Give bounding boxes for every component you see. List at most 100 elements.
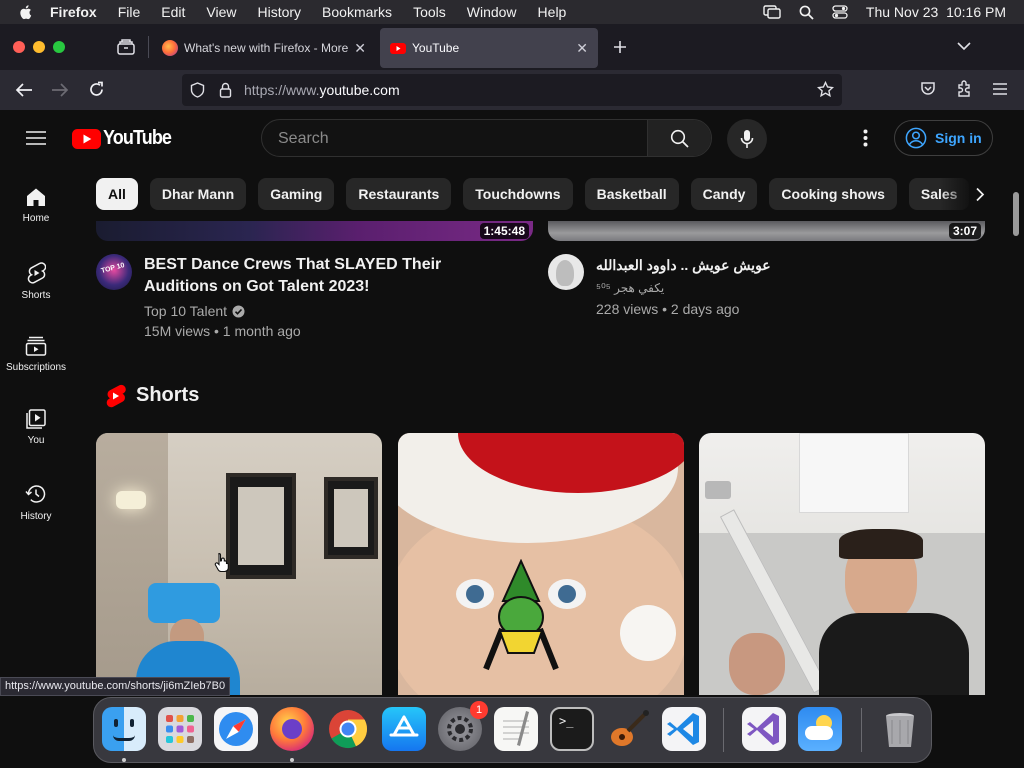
screen-mirroring-icon[interactable] <box>763 5 781 19</box>
control-center-icon[interactable] <box>832 5 848 19</box>
menu-window[interactable]: Window <box>467 4 517 20</box>
dock-trash-icon[interactable] <box>878 707 922 751</box>
list-all-tabs-icon[interactable] <box>957 42 971 51</box>
dock-chrome-icon[interactable] <box>326 707 370 751</box>
dock-visual-studio-icon[interactable] <box>742 707 786 751</box>
video-thumbnail[interactable]: 3:07 <box>548 221 985 241</box>
new-tab-icon[interactable] <box>613 40 627 54</box>
search-input[interactable]: Search <box>278 130 329 148</box>
chip-cooking-shows[interactable]: Cooking shows <box>769 178 897 210</box>
guitar-icon <box>611 710 649 746</box>
page-scrollbar-thumb[interactable] <box>1013 192 1019 236</box>
pocket-icon[interactable] <box>920 81 936 97</box>
url-domain: youtube.com <box>319 82 400 98</box>
dock-launchpad-icon[interactable] <box>158 707 202 751</box>
apple-icon[interactable] <box>18 4 32 20</box>
window-zoom-button[interactable] <box>53 41 65 53</box>
extensions-puzzle-icon[interactable] <box>956 80 973 98</box>
video-thumbnail[interactable]: 1:45:48 <box>96 221 533 241</box>
sign-in-button[interactable]: Sign in <box>894 120 993 156</box>
menu-view[interactable]: View <box>206 4 236 20</box>
youtube-favicon-icon <box>390 43 406 54</box>
tab-youtube[interactable]: YouTube ✕ <box>380 28 598 68</box>
sidebar-item-home[interactable]: Home <box>0 187 72 224</box>
dock-weather-icon[interactable] <box>798 707 842 751</box>
forward-icon[interactable] <box>51 82 69 98</box>
channel-avatar[interactable] <box>548 254 584 290</box>
video-stats: 228 views • 2 days ago <box>596 301 740 317</box>
chip-touchdowns[interactable]: Touchdowns <box>463 178 573 210</box>
spotlight-search-icon[interactable] <box>799 5 814 20</box>
dock-safari-icon[interactable] <box>214 707 258 751</box>
sign-in-label: Sign in <box>935 130 982 146</box>
chip-all[interactable]: All <box>96 178 138 210</box>
dock-running-indicator <box>122 758 126 762</box>
man-shirt <box>819 613 969 695</box>
dock-app-store-icon[interactable] <box>382 707 426 751</box>
short-thumbnail[interactable] <box>699 433 985 695</box>
dock-system-settings-icon[interactable]: 1 <box>438 701 488 751</box>
sidebar-label: You <box>27 435 45 446</box>
menu-tools[interactable]: Tools <box>413 4 446 20</box>
dock-firefox-icon[interactable] <box>270 707 314 751</box>
app-menu-hamburger-icon[interactable] <box>993 83 1007 95</box>
video-title[interactable]: عويش عويش .. داوود العبدالله <box>596 254 956 276</box>
search-button[interactable] <box>647 120 711 156</box>
window-minimize-button[interactable] <box>33 41 45 53</box>
video-title[interactable]: BEST Dance Crews That SLAYED Their Audit… <box>144 254 504 298</box>
window-close-button[interactable] <box>13 41 25 53</box>
channel-name[interactable]: Top 10 Talent <box>144 301 227 321</box>
url-bar[interactable]: https://www.youtube.com <box>182 74 842 106</box>
chip-basketball[interactable]: Basketball <box>584 178 679 210</box>
home-icon <box>27 188 45 206</box>
you-library-icon <box>26 409 46 429</box>
textedit-page-icon <box>503 711 529 746</box>
macos-menubar: Firefox File Edit View History Bookmarks… <box>0 0 1024 24</box>
upper-cabinet <box>799 433 909 513</box>
youtube-header: YouTube Search Sign in <box>0 110 1024 168</box>
short-thumbnail[interactable] <box>96 433 382 695</box>
close-tab-icon[interactable]: ✕ <box>576 40 588 57</box>
settings-more-icon[interactable] <box>863 129 868 147</box>
lock-icon[interactable] <box>219 82 232 98</box>
dock-vscode-icon[interactable] <box>662 707 706 751</box>
tab-divider <box>148 36 149 58</box>
voice-search-button[interactable] <box>727 119 767 159</box>
channel-name[interactable]: يكفي هجر ⁵⁰⁵ <box>596 278 664 298</box>
youtube-logo-icon <box>72 128 101 149</box>
close-tab-icon[interactable]: ✕ <box>354 40 366 57</box>
menu-file[interactable]: File <box>118 4 141 20</box>
dock-terminal-icon[interactable]: >_ <box>550 707 594 751</box>
guide-menu-icon[interactable] <box>26 130 46 146</box>
sidebar-item-you[interactable]: You <box>0 409 72 446</box>
menu-history[interactable]: History <box>257 4 301 20</box>
chip-gaming[interactable]: Gaming <box>258 178 335 210</box>
firefox-view-icon[interactable] <box>117 39 135 55</box>
menu-edit[interactable]: Edit <box>161 4 185 20</box>
sidebar-item-shorts[interactable]: Shorts <box>0 262 72 301</box>
sidebar-item-history[interactable]: History <box>0 483 72 522</box>
menubar-clock[interactable]: Thu Nov 23 10:16 PM <box>866 4 1006 20</box>
dock-garageband-icon[interactable] <box>606 707 650 751</box>
youtube-logo[interactable]: YouTube <box>72 127 179 150</box>
bookmark-star-icon[interactable] <box>817 81 834 98</box>
back-icon[interactable] <box>15 82 33 98</box>
menu-firefox[interactable]: Firefox <box>50 4 97 20</box>
subscriptions-icon <box>25 336 47 356</box>
dock-finder-icon[interactable] <box>102 707 146 751</box>
reload-icon[interactable] <box>88 81 105 98</box>
notification-badge: 1 <box>470 701 488 719</box>
tab-whats-new[interactable]: What's new with Firefox - More ✕ <box>152 28 376 68</box>
chip-restaurants[interactable]: Restaurants <box>346 178 452 210</box>
chip-next-chevron-icon[interactable] <box>975 187 985 202</box>
search-box: Search <box>261 119 712 157</box>
chip-dhar-mann[interactable]: Dhar Mann <box>149 178 247 210</box>
menu-help[interactable]: Help <box>538 4 567 20</box>
dock-textedit-icon[interactable] <box>494 707 538 751</box>
tracking-protection-shield-icon[interactable] <box>190 82 205 98</box>
short-thumbnail[interactable] <box>398 433 684 695</box>
menu-bookmarks[interactable]: Bookmarks <box>322 4 392 20</box>
sidebar-item-subscriptions[interactable]: Subscriptions <box>0 336 72 373</box>
elf-sticker <box>483 559 559 671</box>
chip-candy[interactable]: Candy <box>690 178 758 210</box>
